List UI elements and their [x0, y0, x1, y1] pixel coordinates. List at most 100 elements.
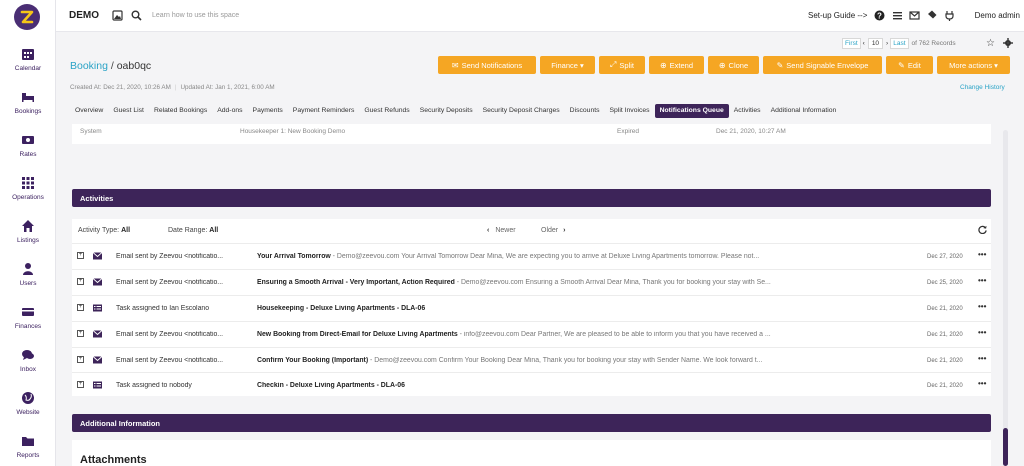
sidebar-item-label: Users [19, 279, 37, 287]
clone-button[interactable]: ⊕ Clone [708, 56, 759, 74]
finance-dropdown-button[interactable]: Finance ▾ [540, 56, 595, 74]
record-number-input[interactable]: 10 [867, 38, 884, 49]
activity-snippet: - Demo@zeevou.com Your Arrival Tomorrow … [330, 253, 760, 260]
image-icon[interactable] [112, 10, 123, 21]
date-range-filter[interactable]: Date Range: All [168, 227, 218, 234]
sidebar-item-listings[interactable]: Listings [0, 212, 56, 250]
activity-row[interactable]: + Task assigned to Ian Escolano Housekeepi… [72, 295, 991, 321]
refresh-icon[interactable] [978, 225, 987, 234]
expand-icon[interactable]: + [77, 381, 84, 388]
activity-date: Dec 21, 2020 [927, 383, 963, 389]
tab-additional-information[interactable]: Additional Information [766, 104, 842, 118]
breadcrumb-booking-link[interactable]: Booking [70, 60, 108, 72]
activity-summary[interactable]: Your Arrival Tomorrow - Demo@zeevou.com … [257, 253, 917, 260]
activity-summary[interactable]: Housekeeping - Deluxe Living Apartments … [257, 305, 917, 312]
sidebar-item-website[interactable]: Website [0, 384, 56, 422]
more-options-icon[interactable]: ••• [978, 354, 986, 363]
sidebar-item-calendar[interactable]: Calendar [0, 40, 56, 78]
expand-icon[interactable]: + [77, 356, 84, 363]
help-icon[interactable]: ? [874, 10, 885, 21]
edit-icon: ✎ [898, 60, 905, 70]
sidebar-item-reports[interactable]: Reports [0, 427, 56, 465]
change-history-link[interactable]: Change History [960, 84, 1005, 91]
settings-icon[interactable] [1003, 38, 1013, 48]
tab-guest-list[interactable]: Guest List [108, 104, 149, 118]
help-hint[interactable]: Learn how to use this space [152, 12, 239, 19]
sidebar-item-label: Inbox [20, 365, 36, 373]
tab-discounts[interactable]: Discounts [565, 104, 605, 118]
older-button[interactable]: Older › [541, 227, 565, 234]
activity-summary[interactable]: Checkin - Deluxe Living Apartments - DLA… [257, 382, 917, 389]
tab-split-invoices[interactable]: Split Invoices [605, 104, 655, 118]
activity-row[interactable]: + Task assigned to nobody Checkin - Deluxe… [72, 372, 991, 398]
tab-related-bookings[interactable]: Related Bookings [149, 104, 212, 118]
chat-icon [22, 349, 34, 360]
tab-overview[interactable]: Overview [70, 104, 108, 118]
caret-down-icon: ▾ [994, 60, 998, 70]
scrollbar-thumb[interactable] [1003, 428, 1008, 466]
edit-button[interactable]: ✎ Edit [886, 56, 933, 74]
activity-row[interactable]: + Email sent by Zeevou <notificatio... Ens… [72, 269, 991, 295]
menu-icon[interactable] [892, 10, 903, 21]
task-list-icon [93, 381, 102, 389]
more-actions-button[interactable]: More actions ▾ [937, 56, 1010, 74]
sidebar-item-users[interactable]: Users [0, 255, 56, 293]
tab-activities[interactable]: Activities [729, 104, 766, 118]
grid-icon [22, 176, 34, 189]
created-at: Created At: Dec 21, 2020, 10:26 AM [70, 84, 171, 91]
expand-icon[interactable]: + [77, 304, 84, 311]
send-signable-envelope-button[interactable]: ✎ Send Signable Envelope [763, 56, 882, 74]
sidebar-item-finances[interactable]: Finances [0, 298, 56, 336]
tab-payment-reminders[interactable]: Payment Reminders [288, 104, 360, 118]
activity-type-filter[interactable]: Activity Type: All [78, 227, 130, 234]
activity-summary[interactable]: Confirm Your Booking (Important) - Demo@… [257, 357, 917, 364]
sidebar-item-bookings[interactable]: Bookings [0, 83, 56, 121]
envelope-icon: ✉ [451, 60, 459, 70]
extend-button[interactable]: ⊕ Extend [649, 56, 704, 74]
setup-guide-link[interactable]: Set-up Guide --> [808, 11, 867, 20]
send-notifications-button[interactable]: ✉ Send Notifications [438, 56, 536, 74]
mail-icon[interactable] [909, 10, 920, 21]
sidebar-item-inbox[interactable]: Inbox [0, 341, 56, 379]
newer-button[interactable]: ‹ Newer [487, 227, 516, 234]
tab-add-ons[interactable]: Add-ons [212, 104, 247, 118]
tab-payments[interactable]: Payments [248, 104, 288, 118]
tab-security-deposit-charges[interactable]: Security Deposit Charges [478, 104, 565, 118]
expand-icon[interactable]: + [77, 252, 84, 259]
queue-cell: Housekeeper 1: New Booking Demo [240, 128, 346, 135]
sidebar-item-operations[interactable]: Operations [0, 169, 56, 207]
user-menu[interactable]: Demo admin [975, 11, 1020, 20]
activity-summary[interactable]: Ensuring a Smooth Arrival - Very Importa… [257, 279, 917, 286]
ticket-icon[interactable] [926, 10, 937, 21]
activity-row[interactable]: + Email sent by Zeevou <notificatio... New… [72, 321, 991, 347]
more-options-icon[interactable]: ••• [978, 250, 986, 259]
last-record-button[interactable]: Last [890, 38, 909, 49]
first-record-button[interactable]: First [842, 38, 861, 49]
more-options-icon[interactable]: ••• [978, 302, 986, 311]
breadcrumb: Booking / oab0qc [70, 60, 151, 72]
tab-guest-refunds[interactable]: Guest Refunds [359, 104, 414, 118]
tab-notifications-queue[interactable]: Notifications Queue [654, 104, 729, 118]
page-scrollbar[interactable] [1003, 130, 1008, 466]
more-options-icon[interactable]: ••• [978, 276, 986, 285]
more-options-icon[interactable]: ••• [978, 328, 986, 337]
expand-icon[interactable]: + [77, 278, 84, 285]
card-icon [22, 307, 34, 316]
svg-text:?: ? [877, 11, 882, 20]
star-icon[interactable]: ☆ [986, 38, 995, 49]
activity-subject: Housekeeping - Deluxe Living Apartments … [257, 305, 426, 312]
expand-icon[interactable]: + [77, 330, 84, 337]
sidebar-item-rates[interactable]: Rates [0, 126, 56, 164]
zeevou-logo[interactable] [14, 4, 40, 30]
split-button[interactable]: ⤢ Split [599, 56, 645, 74]
more-options-icon[interactable]: ••• [978, 379, 986, 388]
plug-icon[interactable] [944, 10, 955, 21]
prev-record-icon[interactable]: ‹ [861, 40, 867, 47]
email-icon [93, 330, 102, 338]
search-icon[interactable] [131, 10, 142, 21]
activity-row[interactable]: + Email sent by Zeevou <notificatio... You… [72, 243, 991, 269]
sidebar-item-label: Reports [16, 451, 40, 459]
activity-summary[interactable]: New Booking from Direct-Email for Deluxe… [257, 331, 917, 338]
tab-security-deposits[interactable]: Security Deposits [415, 104, 478, 118]
activity-row[interactable]: + Email sent by Zeevou <notificatio... Con… [72, 347, 991, 373]
